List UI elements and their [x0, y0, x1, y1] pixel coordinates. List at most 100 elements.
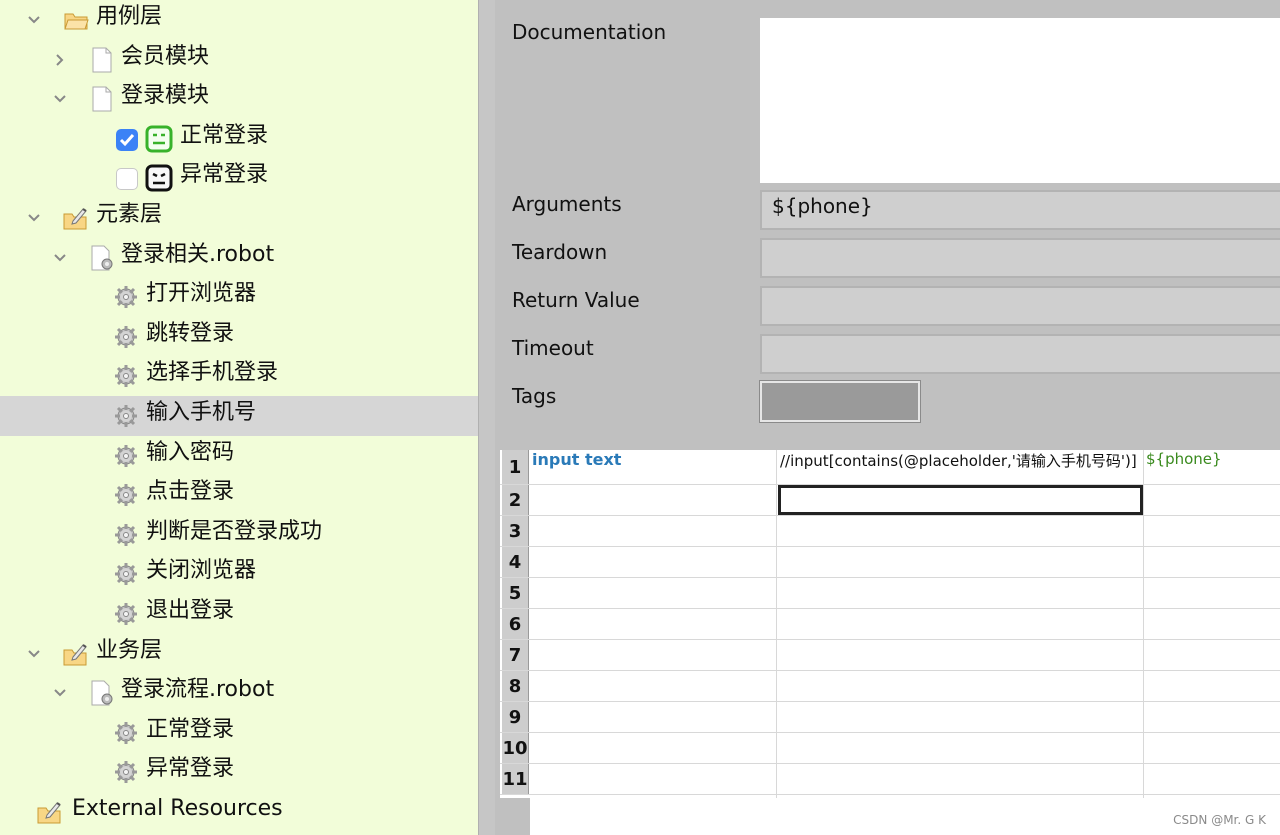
row-number[interactable]: 11: [502, 764, 529, 794]
row-number[interactable]: 5: [502, 578, 529, 608]
tree-node[interactable]: 元素层: [0, 198, 478, 238]
test-checkbox[interactable]: [116, 128, 138, 151]
test-checkbox[interactable]: [116, 168, 138, 191]
chevron-down-icon[interactable]: [52, 250, 68, 266]
row-number[interactable]: 2: [502, 485, 529, 515]
file-icon: [88, 85, 116, 113]
variable-cell[interactable]: ${phone}: [1146, 450, 1222, 468]
test-suite-tree[interactable]: 用例层 会员模块 登录模块 正常登录 异常登录 元素层 登录相关.robot 打开浏览器 跳转登…: [0, 0, 478, 835]
tree-node[interactable]: 输入手机号: [0, 396, 478, 436]
tree-node[interactable]: 会员模块: [0, 40, 478, 80]
tree-node-label: 输入密码: [146, 439, 235, 465]
pane-splitter[interactable]: [478, 0, 495, 835]
row-number[interactable]: 4: [502, 547, 529, 577]
arguments-label: Arguments: [512, 192, 622, 216]
keyword-gear-icon: [112, 442, 140, 470]
chevron-down-icon[interactable]: [26, 210, 42, 226]
tree-node-label: 元素层: [96, 202, 163, 227]
arguments-value: ${phone}: [772, 194, 873, 218]
grid-row[interactable]: 4: [500, 547, 1280, 578]
chevron-right-icon[interactable]: [52, 52, 68, 68]
tree-node[interactable]: 点击登录: [0, 475, 478, 515]
grid-row[interactable]: 11: [500, 764, 1280, 795]
grid-row[interactable]: 6: [500, 609, 1280, 640]
folder-edit-icon: [62, 204, 90, 232]
folder-open-icon: [62, 6, 90, 34]
tree-node[interactable]: 输入密码: [0, 436, 478, 476]
argument-cell[interactable]: //input[contains(@placeholder,'请输入手机号码')…: [780, 450, 1137, 471]
tree-node-label: 异常登录: [146, 756, 235, 782]
row-number[interactable]: 6: [502, 609, 529, 639]
timeout-field[interactable]: [760, 334, 1280, 374]
grid-row[interactable]: 5: [500, 578, 1280, 609]
tags-label: Tags: [512, 384, 557, 408]
file-icon: [88, 46, 116, 74]
teardown-field[interactable]: [760, 238, 1280, 278]
grid-row[interactable]: 8: [500, 671, 1280, 702]
tree-node[interactable]: 正常登录: [0, 119, 478, 159]
tree-node-label: 用例层: [96, 4, 163, 29]
tree-node[interactable]: 登录相关.robot: [0, 238, 478, 278]
chevron-down-icon[interactable]: [26, 12, 42, 28]
tree-node[interactable]: 打开浏览器: [0, 277, 478, 317]
tree-node[interactable]: 异常登录: [0, 158, 478, 198]
robot-pass-icon: [145, 125, 173, 153]
tree-node[interactable]: External Resources: [0, 792, 478, 832]
grid-corner: [500, 798, 530, 835]
row-number[interactable]: 7: [502, 640, 529, 670]
chevron-down-icon[interactable]: [52, 685, 68, 701]
tree-node[interactable]: 登录流程.robot: [0, 673, 478, 713]
folder-edit-icon: [36, 798, 64, 826]
tree-node[interactable]: 跳转登录: [0, 317, 478, 357]
grid-row[interactable]: 1 input text //input[contains(@placeholder…: [500, 450, 1280, 485]
tree-node[interactable]: 业务层: [0, 634, 478, 674]
resource-file-icon: [88, 244, 116, 272]
return-value-field[interactable]: [760, 286, 1280, 326]
documentation-label: Documentation: [512, 20, 667, 44]
tree-node-label: 登录相关.robot: [121, 241, 275, 267]
tree-node[interactable]: 判断是否登录成功: [0, 515, 478, 555]
tree-node-label: 正常登录: [146, 716, 235, 742]
row-number[interactable]: 10: [502, 733, 529, 763]
timeout-label: Timeout: [512, 336, 594, 360]
keyword-cell[interactable]: input text: [532, 450, 621, 469]
tree-node[interactable]: 登录模块: [0, 79, 478, 119]
active-cell-editor[interactable]: [778, 485, 1143, 515]
chevron-down-icon[interactable]: [26, 646, 42, 662]
grid-row[interactable]: 10: [500, 733, 1280, 764]
grid-row[interactable]: 7: [500, 640, 1280, 671]
grid-row[interactable]: 9: [500, 702, 1280, 733]
keyword-gear-icon: [112, 600, 140, 628]
tree-node-label: 正常登录: [180, 122, 269, 148]
tree-node[interactable]: 退出登录: [0, 594, 478, 634]
keyword-grid[interactable]: 1 input text //input[contains(@placeholder…: [500, 450, 1280, 835]
tags-field[interactable]: [759, 380, 921, 423]
robot-fail-icon: [145, 164, 173, 192]
chevron-down-icon[interactable]: [52, 91, 68, 107]
tree-node[interactable]: 选择手机登录: [0, 356, 478, 396]
tree-node-label: 登录模块: [121, 83, 210, 109]
tree-node-label: 业务层: [96, 637, 163, 663]
tree-node-label: 会员模块: [121, 43, 210, 69]
keyword-gear-icon: [112, 323, 140, 351]
tree-node-label: 退出登录: [146, 598, 235, 623]
tree-node-label: 打开浏览器: [146, 281, 257, 307]
row-number[interactable]: 1: [502, 450, 529, 484]
grid-row[interactable]: 3: [500, 516, 1280, 547]
tree-node-label: 点击登录: [146, 479, 235, 505]
tree-node[interactable]: 关闭浏览器: [0, 554, 478, 594]
keyword-gear-icon: [112, 719, 140, 747]
tree-node-label: 关闭浏览器: [146, 558, 257, 584]
tree-node-label: 异常登录: [180, 162, 269, 188]
tree-node-label: 跳转登录: [146, 320, 235, 346]
row-number[interactable]: 8: [502, 671, 529, 701]
tree-node-label: 登录流程.robot: [121, 677, 275, 703]
tree-node[interactable]: 用例层: [0, 0, 478, 40]
tree-node[interactable]: 正常登录: [0, 713, 478, 753]
documentation-field[interactable]: [760, 18, 1280, 183]
tree-node[interactable]: 异常登录: [0, 752, 478, 792]
resource-file-icon: [88, 679, 116, 707]
row-number[interactable]: 3: [502, 516, 529, 546]
row-number[interactable]: 9: [502, 702, 529, 732]
return-value-label: Return Value: [512, 288, 640, 312]
